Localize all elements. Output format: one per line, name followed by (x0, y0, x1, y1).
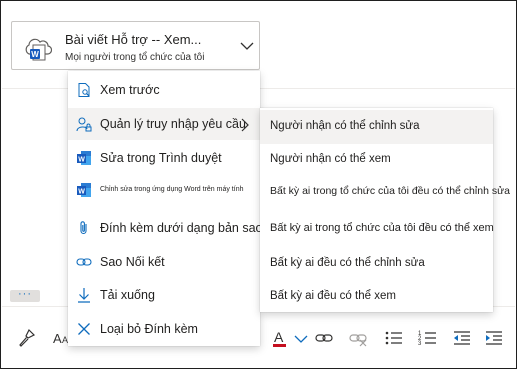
increase-indent-icon[interactable] (484, 328, 504, 348)
menu-item-label: Đính kèm dưới dạng bản sao (100, 221, 263, 235)
attachment-title: Bài viết Hỗ trợ -- Xem... (65, 32, 202, 47)
word-icon: W (76, 182, 92, 198)
svg-text:3: 3 (418, 341, 422, 347)
preview-icon (76, 82, 92, 98)
menu-item-attach-as-copy[interactable]: Đính kèm dưới dạng bản sao (68, 212, 263, 244)
menu-item-label: Xem trước (100, 83, 160, 97)
attachment-card[interactable]: W Bài viết Hỗ trợ -- Xem... Mọi người tr… (11, 21, 260, 70)
formatting-toolbar: AA A 123 (0, 316, 517, 360)
menu-item-label: Sửa trong Trình duyệt (100, 151, 222, 165)
attachment-subtitle: Mọi người trong tổ chức của tôi (65, 52, 205, 63)
bullets-icon[interactable] (384, 328, 404, 348)
decrease-indent-icon[interactable] (452, 328, 472, 348)
submenu-item-anyone-can-edit[interactable]: Bất kỳ ai đều có thể chỉnh sửa (260, 247, 493, 281)
svg-text:A: A (53, 331, 62, 346)
submenu-item-org-can-edit[interactable]: Bất kỳ ai trong tổ chức của tôi đều có t… (260, 175, 510, 209)
menu-item-download[interactable]: Tải xuống (68, 279, 260, 311)
insert-link-icon[interactable] (314, 328, 334, 348)
menu-item-preview[interactable]: Xem trước (68, 74, 260, 106)
attachment-context-menu: Xem trước Quản lý truy nhập yêu cầu W Sử… (68, 71, 263, 346)
chevron-right-icon (240, 118, 250, 132)
menu-item-label: Quản lý truy nhập yêu cầu (100, 117, 246, 131)
submenu-item-label: Bất kỳ ai đều có thể xem (270, 290, 396, 302)
cloud-word-file-icon: W (20, 31, 53, 63)
submenu-item-org-can-view[interactable]: Bất kỳ ai trong tổ chức của tôi đều có t… (260, 212, 494, 246)
remove-link-icon[interactable] (348, 328, 368, 348)
menu-item-label: Tải xuống (100, 288, 155, 302)
word-icon: W (76, 150, 92, 166)
submenu-item-anyone-can-view[interactable]: Bất kỳ ai đều có thể xem (260, 280, 493, 314)
submenu-item-label: Người nhận có thể xem (270, 153, 391, 165)
font-color-icon[interactable]: A (270, 328, 290, 348)
menu-item-edit-in-browser[interactable]: W Sửa trong Trình duyệt (68, 142, 260, 174)
svg-text:W: W (31, 50, 39, 59)
more-options-button[interactable]: ··· (10, 289, 40, 302)
menu-item-label: Sao Nối kết (100, 255, 165, 269)
submenu-item-label: Người nhận có thể chỉnh sửa (270, 120, 420, 132)
svg-text:A: A (62, 335, 68, 345)
link-icon (76, 254, 92, 270)
numbering-icon[interactable]: 123 (418, 328, 438, 348)
menu-item-manage-access[interactable]: Quản lý truy nhập yêu cầu (68, 108, 260, 140)
menu-item-label: Chỉnh sửa trong ứng dụng Word trên máy t… (100, 186, 244, 193)
paperclip-icon (76, 220, 92, 236)
font-size-icon[interactable]: AA (52, 328, 72, 348)
format-painter-icon[interactable] (17, 328, 37, 348)
submenu-item-label: Bất kỳ ai trong tổ chức của tôi đều có t… (270, 185, 510, 197)
svg-text:W: W (78, 188, 85, 195)
submenu-item-recipients-can-view[interactable]: Người nhận có thể xem (260, 143, 493, 177)
menu-item-copy-link[interactable]: Sao Nối kết (68, 246, 260, 278)
svg-text:A: A (274, 329, 284, 345)
manage-access-icon (76, 116, 92, 132)
download-icon (76, 287, 92, 303)
svg-text:W: W (78, 156, 85, 163)
chevron-down-icon[interactable] (239, 38, 255, 54)
manage-access-submenu: Người nhận có thể chỉnh sửa Người nhận c… (260, 108, 510, 314)
submenu-item-recipients-can-edit[interactable]: Người nhận có thể chỉnh sửa (260, 110, 493, 144)
submenu-item-label: Bất kỳ ai trong tổ chức của tôi đều có t… (270, 222, 494, 234)
submenu-item-label: Bất kỳ ai đều có thể chỉnh sửa (270, 257, 425, 269)
chevron-down-icon[interactable] (291, 328, 311, 348)
menu-item-edit-in-desktop-app[interactable]: W Chỉnh sửa trong ứng dụng Word trên máy… (68, 174, 260, 206)
